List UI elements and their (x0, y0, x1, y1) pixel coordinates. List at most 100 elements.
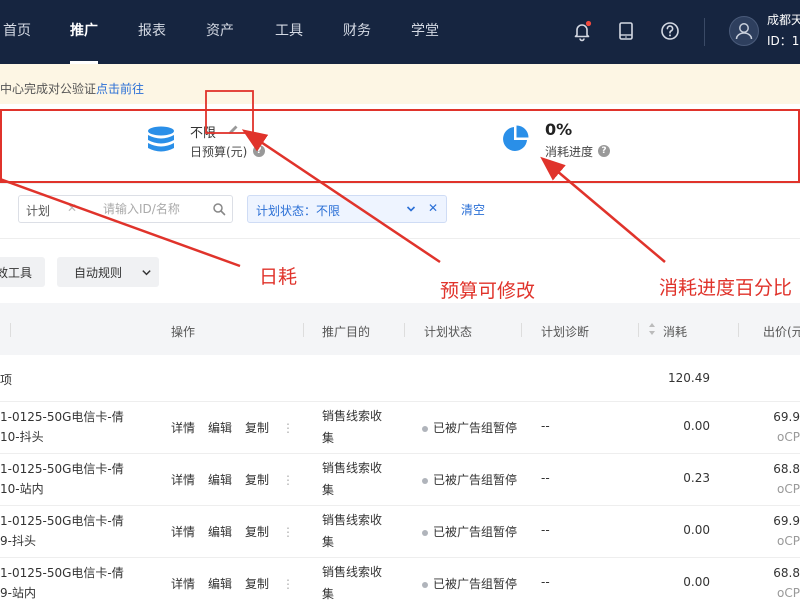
bid-value: 68.8 (773, 462, 800, 476)
plan-name[interactable]: 1-0125-50G电信卡-倩 10-抖头 (0, 407, 124, 447)
column-separator (521, 323, 522, 337)
spend-progress-value: 0% (545, 120, 573, 139)
nav-item-academy[interactable]: 学堂 (411, 0, 439, 64)
plan-name-line2[interactable]: 9-站内 (0, 583, 124, 600)
status-cell: 已被广告组暂停 (422, 523, 517, 540)
status-filter-select[interactable]: 计划状态：不限 ✕ (247, 195, 447, 223)
bell-icon[interactable] (569, 18, 595, 44)
status-cell: 已被广告组暂停 (422, 471, 517, 488)
purpose-line1: 销售线索收 (322, 513, 383, 527)
more-options-icon[interactable]: ⋮ (282, 577, 294, 591)
tools-button[interactable]: 效工具 (0, 257, 45, 287)
purpose-cell: 销售线索收集 (322, 457, 382, 501)
details-link[interactable]: 详情 (171, 525, 195, 539)
column-separator (10, 323, 11, 337)
auto-rule-button-label: 自动规则 (74, 266, 123, 280)
status-text: 已被广告组暂停 (433, 421, 518, 435)
app-root: 首页 推广 报表 资产 工具 财务 学堂 成都天 ID：1 中心完成对公验证点击… (0, 0, 800, 600)
help-icon[interactable] (657, 18, 683, 44)
notice-link[interactable]: 点击前往 (96, 82, 144, 96)
copy-link[interactable]: 复制 (245, 525, 269, 539)
nav-item-assets[interactable]: 资产 (206, 0, 234, 64)
daily-budget-label-text: 日预算(元) (190, 145, 248, 159)
search-icon[interactable] (212, 202, 226, 216)
plan-name-line1[interactable]: 1-0125-50G电信卡-倩 (0, 407, 124, 427)
nav-item-finance[interactable]: 财务 (343, 0, 371, 64)
summary-label: 项 (0, 373, 13, 387)
col-header-status: 计划状态 (424, 325, 473, 339)
purpose-line1: 销售线索收 (322, 461, 383, 475)
bid-type: oCP (777, 430, 800, 444)
edit-link[interactable]: 编辑 (208, 421, 232, 435)
copy-link[interactable]: 复制 (245, 421, 269, 435)
plan-name[interactable]: 1-0125-50G电信卡-倩 10-站内 (0, 459, 124, 499)
purpose-line2: 集 (322, 587, 335, 600)
edit-link[interactable]: 编辑 (208, 473, 232, 487)
status-dot-icon (422, 477, 428, 484)
auto-rule-button[interactable]: 自动规则 (57, 257, 159, 287)
status-text: 已被广告组暂停 (433, 577, 518, 591)
nav-item-tools[interactable]: 工具 (275, 0, 303, 64)
plan-name-line1[interactable]: 1-0125-50G电信卡-倩 (0, 459, 124, 479)
status-dot-icon (422, 529, 428, 536)
nav-item-reports[interactable]: 报表 (138, 0, 166, 64)
budget-help-icon[interactable]: ? (253, 145, 265, 157)
progress-help-icon[interactable]: ? (598, 145, 610, 157)
status-cell: 已被广告组暂停 (422, 419, 517, 436)
more-options-icon[interactable]: ⋮ (282, 473, 294, 487)
plan-filter-clear-icon[interactable]: ✕ (67, 201, 77, 215)
row-actions: 详情 编辑 复制 ⋮ (171, 575, 307, 592)
user-id: ID：1 (767, 34, 800, 48)
annotation-daily-spend: 日耗 (259, 266, 298, 288)
col-header-diagnosis: 计划诊断 (541, 325, 590, 339)
tablet-icon[interactable] (613, 18, 639, 44)
col-header-ops: 操作 (171, 325, 196, 339)
row-actions: 详情 编辑 复制 ⋮ (171, 419, 307, 436)
nav-item-promote[interactable]: 推广 (70, 0, 98, 64)
stats-panel (0, 104, 800, 182)
bid-type: oCP (777, 586, 800, 600)
edit-link[interactable]: 编辑 (208, 525, 232, 539)
plan-name[interactable]: 1-0125-50G电信卡-倩 9-抖头 (0, 511, 124, 551)
database-icon (148, 126, 174, 152)
copy-link[interactable]: 复制 (245, 577, 269, 591)
edit-link[interactable]: 编辑 (208, 577, 232, 591)
details-link[interactable]: 详情 (171, 421, 195, 435)
diagnosis-cell: -- (541, 471, 550, 485)
plan-name[interactable]: 1-0125-50G电信卡-倩 9-站内 (0, 563, 124, 600)
bid-value: 69.9 (773, 410, 800, 424)
status-filter-clear-icon[interactable]: ✕ (428, 201, 438, 215)
column-separator (738, 323, 739, 337)
details-link[interactable]: 详情 (171, 473, 195, 487)
diagnosis-cell: -- (541, 419, 550, 433)
edit-pencil-icon[interactable] (226, 123, 240, 137)
plan-name-line2[interactable]: 9-抖头 (0, 531, 124, 551)
plan-filter[interactable]: 计划 ✕ (18, 195, 233, 223)
user-avatar[interactable] (729, 16, 759, 46)
col-header-spend[interactable]: 消耗 (663, 323, 687, 340)
status-cell: 已被广告组暂停 (422, 575, 517, 592)
plan-search-input[interactable] (103, 199, 203, 219)
clear-filters-link[interactable]: 清空 (461, 201, 485, 218)
status-filter-label: 计划状态：不限 (256, 204, 341, 218)
table-summary-row: 项 120.49 (0, 355, 800, 402)
more-options-icon[interactable]: ⋮ (282, 525, 294, 539)
copy-link[interactable]: 复制 (245, 473, 269, 487)
details-link[interactable]: 详情 (171, 577, 195, 591)
purpose-line2: 集 (322, 535, 335, 549)
chevron-down-icon[interactable] (405, 203, 417, 215)
plan-name-line1[interactable]: 1-0125-50G电信卡-倩 (0, 511, 124, 531)
bid-cell: 69.9 oCP (773, 407, 800, 447)
plan-name-line2[interactable]: 10-抖头 (0, 427, 124, 447)
status-dot-icon (422, 581, 428, 588)
plan-name-line1[interactable]: 1-0125-50G电信卡-倩 (0, 563, 124, 583)
top-nav: 首页 推广 报表 资产 工具 财务 学堂 成都天 ID：1 (0, 0, 800, 64)
bid-value: 68.8 (773, 566, 800, 580)
company-name[interactable]: 成都天 (767, 11, 800, 28)
more-options-icon[interactable]: ⋮ (282, 421, 294, 435)
bid-type: oCP (777, 534, 800, 548)
plan-name-line2[interactable]: 10-站内 (0, 479, 124, 499)
pie-chart-icon (503, 125, 529, 151)
sort-icon[interactable] (648, 322, 656, 336)
nav-item-home[interactable]: 首页 (3, 0, 31, 64)
